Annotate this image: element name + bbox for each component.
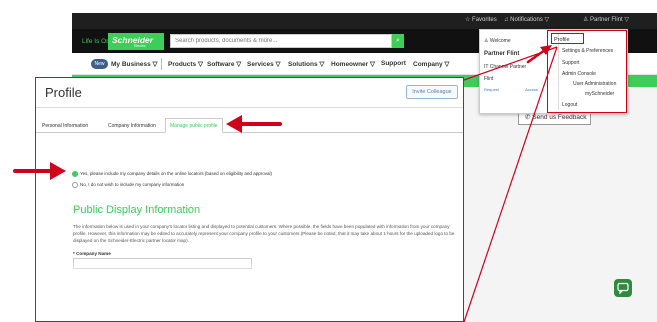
nav-services[interactable]: Services ▽ bbox=[247, 60, 281, 68]
new-badge: New bbox=[91, 59, 108, 69]
nav-company[interactable]: Company ▽ bbox=[413, 60, 449, 68]
user-company: IT Channel Partner bbox=[484, 64, 527, 70]
search-button[interactable]: ⌕ bbox=[392, 34, 404, 48]
search-input[interactable] bbox=[170, 34, 392, 48]
utility-bar: ☆ Favorites ♫ Notifications ▽ ♙ Partner … bbox=[72, 13, 657, 29]
nav-divider bbox=[161, 58, 162, 70]
nav-my-business[interactable]: My Business ▽ bbox=[111, 60, 158, 68]
logo-name: Schneider bbox=[112, 35, 154, 45]
schneider-logo[interactable]: Schneider Electric bbox=[108, 33, 164, 50]
section-description: The information below is used in your co… bbox=[73, 224, 455, 243]
nav-homeowner[interactable]: Homeowner ▽ bbox=[331, 60, 375, 68]
notifications-link[interactable]: ♫ Notifications ▽ bbox=[504, 16, 549, 23]
nav-solutions[interactable]: Solutions ▽ bbox=[288, 60, 324, 68]
nav-support[interactable]: Support bbox=[381, 60, 406, 67]
user-short-name: Flint bbox=[484, 76, 494, 82]
logo-subtitle: Electric bbox=[134, 44, 146, 48]
nav-software[interactable]: Software ▽ bbox=[207, 60, 241, 68]
tagline: Life Is On bbox=[82, 38, 110, 45]
search-icon: ⌕ bbox=[396, 37, 400, 44]
chat-button[interactable] bbox=[614, 279, 632, 297]
include-no-label[interactable]: No, I do not wish to include my company … bbox=[80, 182, 184, 187]
favorites-link[interactable]: ☆ Favorites bbox=[465, 16, 497, 23]
profile-panel: Profile Invite Colleague Personal Inform… bbox=[35, 77, 464, 322]
panel-fade bbox=[36, 264, 463, 321]
user-name: Partner Flint bbox=[484, 51, 520, 57]
page-title: Profile bbox=[45, 85, 82, 100]
access-link[interactable]: Access bbox=[525, 87, 538, 92]
profile-tabs: Personal Information Company Information… bbox=[36, 118, 463, 133]
include-yes-label[interactable]: Yes, please include my company details o… bbox=[80, 171, 272, 176]
profile-highlight-box bbox=[551, 33, 584, 44]
welcome-label: ♙ Welcome bbox=[484, 38, 511, 44]
include-yes-radio[interactable] bbox=[72, 171, 78, 177]
invite-colleague-button[interactable]: Invite Colleague bbox=[406, 85, 458, 99]
request-link[interactable]: Request bbox=[484, 87, 499, 92]
tab-manage-public-profile[interactable]: Manage public profile bbox=[165, 118, 223, 133]
company-name-label: * Company Name bbox=[73, 251, 111, 256]
include-no-radio[interactable] bbox=[72, 182, 78, 188]
nav-products[interactable]: Products ▽ bbox=[168, 60, 203, 68]
section-heading: Public Display Information bbox=[73, 204, 201, 216]
chat-icon bbox=[617, 282, 629, 295]
tab-personal-information[interactable]: Personal Information bbox=[37, 118, 93, 133]
tab-company-information[interactable]: Company Information bbox=[103, 118, 161, 133]
title-divider bbox=[36, 107, 463, 108]
screenshot-stage: ☆ Favorites ♫ Notifications ▽ ♙ Partner … bbox=[0, 0, 657, 322]
partner-menu-link[interactable]: ♙ Partner Flint ▽ bbox=[583, 16, 629, 23]
